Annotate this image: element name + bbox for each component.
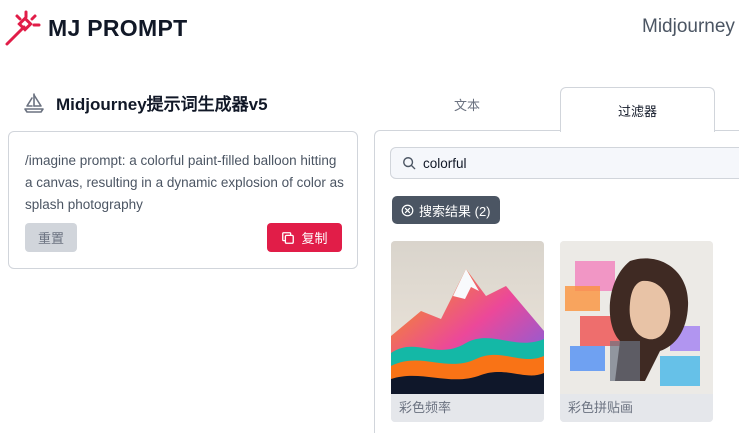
copy-button[interactable]: 复制 bbox=[267, 223, 342, 252]
close-circle-icon[interactable] bbox=[401, 204, 414, 217]
prompt-card: /imagine prompt: a colorful paint-filled… bbox=[8, 131, 358, 269]
result-card[interactable]: 彩色拼贴画 bbox=[560, 241, 713, 422]
result-card[interactable]: 彩色频率 bbox=[391, 241, 544, 422]
generator-title-row: Midjourney提示词生成器v5 bbox=[22, 90, 268, 115]
sailboat-icon bbox=[24, 92, 44, 113]
tab-filter[interactable]: 过滤器 bbox=[560, 87, 715, 132]
page-title: Midjourney提示词生成器v5 bbox=[56, 95, 268, 114]
search-results-chip[interactable]: 搜索结果 (2) bbox=[392, 196, 500, 224]
search-results-label: 搜索结果 (2) bbox=[419, 203, 491, 219]
prompt-output[interactable]: /imagine prompt: a colorful paint-filled… bbox=[25, 150, 345, 216]
search-input[interactable] bbox=[423, 155, 723, 171]
reset-button[interactable]: 重置 bbox=[25, 223, 77, 252]
nav-link-midjourney[interactable]: Midjourney bbox=[642, 16, 735, 38]
logo-text: MJ PROMPT bbox=[48, 14, 188, 41]
result-caption: 彩色拼贴画 bbox=[560, 394, 713, 422]
result-image bbox=[560, 241, 713, 394]
copy-icon bbox=[282, 231, 295, 244]
result-image bbox=[391, 241, 544, 394]
magic-wand-icon bbox=[5, 10, 41, 46]
search-icon bbox=[403, 157, 416, 170]
tab-text[interactable]: 文本 bbox=[432, 95, 502, 114]
copy-label: 复制 bbox=[301, 231, 328, 246]
search-box bbox=[390, 147, 739, 179]
result-caption: 彩色频率 bbox=[391, 394, 544, 422]
logo[interactable]: MJ PROMPT bbox=[0, 6, 187, 50]
